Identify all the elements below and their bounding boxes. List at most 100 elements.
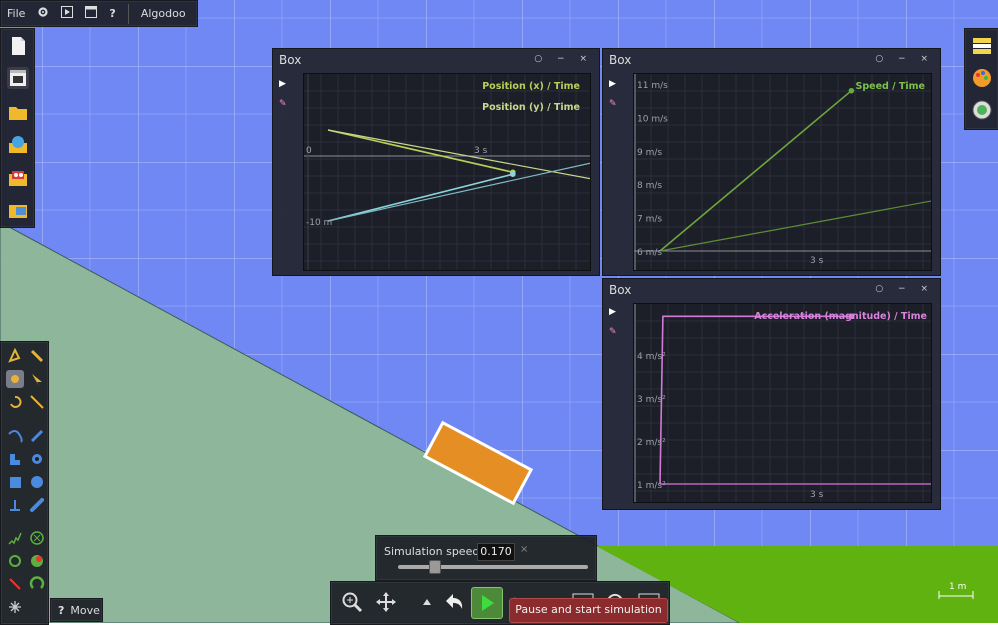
rope-tool-icon[interactable]	[6, 427, 24, 445]
chart-label: Acceleration (magnitude) / Time	[754, 311, 927, 322]
graph-title: Box	[609, 53, 632, 67]
simulation-speed-panel: Simulation speed: 0.170 ×	[375, 535, 597, 581]
open-folder-icon[interactable]	[7, 101, 29, 123]
chart-label: 1 m/s²	[637, 481, 666, 491]
expand-up-icon[interactable]	[419, 587, 435, 617]
chart-label: Position (x) / Time	[482, 81, 580, 92]
menu-divider	[127, 3, 129, 24]
chart-label: 6 m/s	[637, 248, 662, 258]
reset-speed-icon[interactable]: ×	[520, 544, 528, 555]
chart-label: 2 m/s²	[637, 438, 666, 448]
chart-label: 3 s	[810, 256, 824, 266]
window-controls[interactable]: ○ − ×	[875, 284, 934, 294]
series-line	[659, 315, 852, 485]
gear-icon[interactable]	[37, 6, 49, 21]
fixate-tool-icon[interactable]	[28, 529, 46, 547]
pan-icon[interactable]	[371, 587, 401, 617]
plane-tool-icon[interactable]	[6, 496, 24, 514]
save-scene-icon[interactable]	[7, 199, 29, 221]
chart-label: 7 m/s	[637, 215, 662, 225]
hinge-tool-icon[interactable]	[6, 552, 24, 570]
scale-tool-icon[interactable]	[28, 393, 46, 411]
chart-label: Speed / Time	[856, 81, 926, 92]
drag-tool-icon[interactable]	[28, 370, 46, 388]
chart-label: -10 m	[306, 218, 332, 228]
series-line	[327, 173, 513, 222]
play-tooltip: Pause and start simulation	[509, 598, 668, 623]
chart-label: 3 s	[474, 146, 488, 156]
chart-label: 11 m/s	[637, 81, 668, 91]
knife-tool-icon[interactable]	[28, 427, 46, 445]
play-graph-icon[interactable]: ▶	[279, 79, 286, 89]
eraser-icon[interactable]: ✎	[609, 327, 617, 337]
gear-tool-icon[interactable]	[28, 450, 46, 468]
speed-slider[interactable]	[398, 560, 588, 574]
thruster-tool-icon[interactable]	[28, 575, 46, 593]
window-controls[interactable]: ○ − ×	[875, 54, 934, 64]
current-tool-label: Move	[70, 603, 100, 617]
window-controls[interactable]: ○ − ×	[534, 54, 593, 64]
graph-title: Box	[609, 283, 632, 297]
graph-window-position[interactable]: Box ○ − × ▶ ✎ Position (x) / Time Positio…	[272, 48, 600, 276]
menu-bar: File ? Algodoo	[0, 0, 198, 27]
undo-icon[interactable]	[439, 587, 469, 617]
app-name: Algodoo	[140, 7, 186, 20]
eraser-icon[interactable]: ✎	[279, 99, 287, 109]
layers-icon[interactable]	[971, 35, 993, 57]
view-tools-panel	[964, 28, 998, 130]
chart-label: 8 m/s	[637, 181, 662, 191]
play-graph-icon[interactable]: ▶	[609, 79, 616, 89]
help-icon[interactable]: ?	[109, 7, 115, 20]
spawn-tool-icon[interactable]	[6, 598, 24, 616]
speed-value-input[interactable]: 0.170	[477, 543, 515, 561]
graph-title: Box	[279, 53, 302, 67]
series-line	[659, 200, 931, 252]
scale-indicator: 1 m	[938, 582, 974, 600]
chart-label: 0	[306, 146, 312, 156]
series-endpoint	[848, 87, 855, 94]
spring-tool-icon[interactable]	[6, 529, 24, 547]
algobox-icon[interactable]	[7, 134, 29, 156]
play-simulation-button[interactable]	[471, 587, 503, 619]
window-icon[interactable]	[85, 6, 98, 21]
graph-window-speed[interactable]: Box ○ − × ▶ ✎ Speed / Time 6 m/s 7 m/s 8 m/…	[602, 48, 941, 276]
plot-area: Speed / Time 6 m/s 7 m/s 8 m/s 9 m/s 10 m/s 11…	[633, 73, 932, 271]
current-tool-indicator: ? Move	[50, 598, 103, 622]
play-graph-icon[interactable]: ▶	[609, 307, 616, 317]
chart-label: 3 m/s²	[637, 395, 666, 405]
circle-tool-icon[interactable]	[28, 473, 46, 491]
laser-tool-icon[interactable]	[6, 575, 24, 593]
series-line	[327, 162, 590, 222]
series-endpoint	[510, 171, 516, 177]
chain-tool-icon[interactable]	[28, 496, 46, 514]
file-menu[interactable]: File	[1, 7, 31, 20]
chart-label: 4 m/s²	[637, 352, 666, 362]
chart-label: 3 s	[810, 490, 824, 500]
sketch-tool-icon[interactable]	[6, 347, 24, 365]
play-icon[interactable]	[61, 6, 74, 21]
camera-folder-icon[interactable]	[7, 167, 29, 189]
browse-scenes-icon[interactable]	[7, 67, 29, 89]
tool-palette	[0, 341, 49, 625]
polygon-tool-icon[interactable]	[6, 450, 24, 468]
graph-window-acceleration[interactable]: Box ○ − × ▶ ✎ Acceleration (magnitude) /…	[602, 278, 941, 510]
plot-area: Position (x) / Time Position (y) / Time 0 3…	[303, 73, 591, 271]
move-tool-icon[interactable]	[6, 370, 24, 388]
chart-label: 10 m/s	[637, 114, 668, 124]
help-icon[interactable]: ?	[58, 604, 64, 617]
brush-tool-icon[interactable]	[28, 347, 46, 365]
chart-label: Position (y) / Time	[482, 102, 580, 113]
chart-label: 9 m/s	[637, 148, 662, 158]
palette-icon[interactable]	[971, 67, 993, 89]
tracer-tool-icon[interactable]	[28, 552, 46, 570]
zoom-icon[interactable]	[337, 587, 367, 617]
eraser-icon[interactable]: ✎	[609, 99, 617, 109]
new-scene-icon[interactable]	[7, 35, 29, 57]
visualization-icon[interactable]	[971, 99, 993, 121]
speed-label: Simulation speed:	[384, 545, 484, 558]
file-tools-panel	[0, 28, 35, 228]
plot-area: Acceleration (magnitude) / Time 1 m/s² 2 m…	[633, 303, 932, 503]
rotate-tool-icon[interactable]	[6, 393, 24, 411]
speed-slider-handle[interactable]	[428, 560, 441, 574]
box-tool-icon[interactable]	[6, 473, 24, 491]
